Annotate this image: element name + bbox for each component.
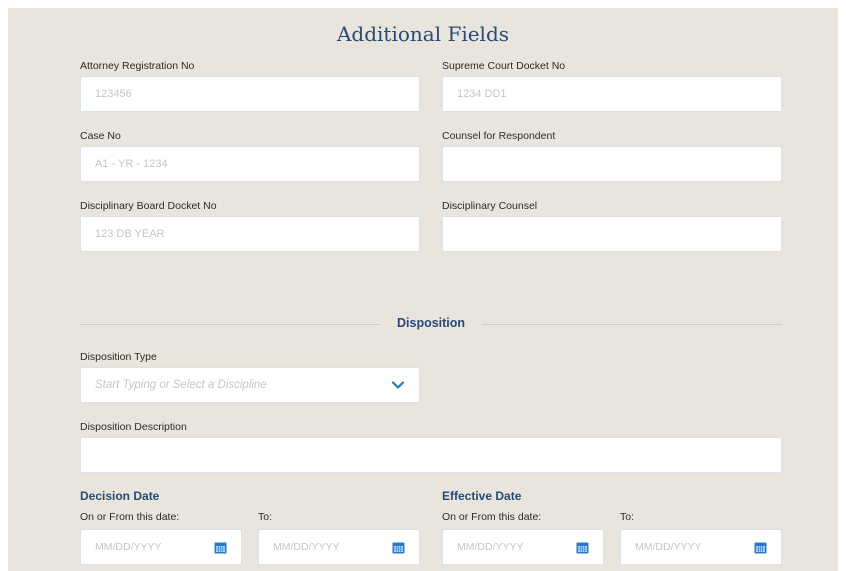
supreme-court-docket-input[interactable] [442,76,782,112]
additional-fields-panel: Additional Fields Attorney Registration … [8,8,838,571]
disposition-type-select[interactable]: Start Typing or Select a Discipline [80,367,420,403]
divider-right [482,324,782,325]
decision-date-title: Decision Date [80,489,160,503]
board-docket-input[interactable] [80,216,420,252]
case-no-label: Case No [80,130,121,142]
disposition-description-label: Disposition Description [80,421,187,433]
disciplinary-counsel-label: Disciplinary Counsel [442,200,538,212]
disposition-type-label: Disposition Type [80,351,157,363]
calendar-icon[interactable] [576,541,589,554]
effective-from-date-input[interactable]: MM/DD/YYYY [442,529,604,565]
decision-from-placeholder: MM/DD/YYYY [95,541,162,553]
case-no-input[interactable] [80,146,420,182]
effective-to-date-input[interactable]: MM/DD/YYYY [620,529,782,565]
disciplinary-counsel-input[interactable] [442,216,782,252]
disposition-description-input[interactable] [80,437,782,473]
calendar-icon[interactable] [392,541,405,554]
effective-to-placeholder: MM/DD/YYYY [635,541,702,553]
calendar-icon[interactable] [214,541,227,554]
supreme-court-docket-label: Supreme Court Docket No [442,60,566,72]
board-docket-label: Disciplinary Board Docket No [80,200,217,212]
decision-from-label: On or From this date: [80,511,180,523]
divider-left [80,324,380,325]
counsel-respondent-label: Counsel for Respondent [442,130,556,142]
decision-from-date-input[interactable]: MM/DD/YYYY [80,529,242,565]
effective-date-title: Effective Date [442,489,522,503]
page-title: Additional Fields [336,22,510,46]
attorney-registration-input[interactable] [80,76,420,112]
calendar-icon[interactable] [754,541,767,554]
effective-from-placeholder: MM/DD/YYYY [457,541,524,553]
attorney-registration-label: Attorney Registration No [80,60,195,72]
chevron-down-icon[interactable] [391,380,405,390]
effective-to-label: To: [620,511,635,523]
disposition-type-placeholder: Start Typing or Select a Discipline [95,379,267,391]
decision-to-label: To: [258,511,273,523]
effective-from-label: On or From this date: [442,511,542,523]
counsel-respondent-input[interactable] [442,146,782,182]
disposition-section-title: Disposition [397,316,466,330]
decision-to-date-input[interactable]: MM/DD/YYYY [258,529,420,565]
decision-to-placeholder: MM/DD/YYYY [273,541,340,553]
